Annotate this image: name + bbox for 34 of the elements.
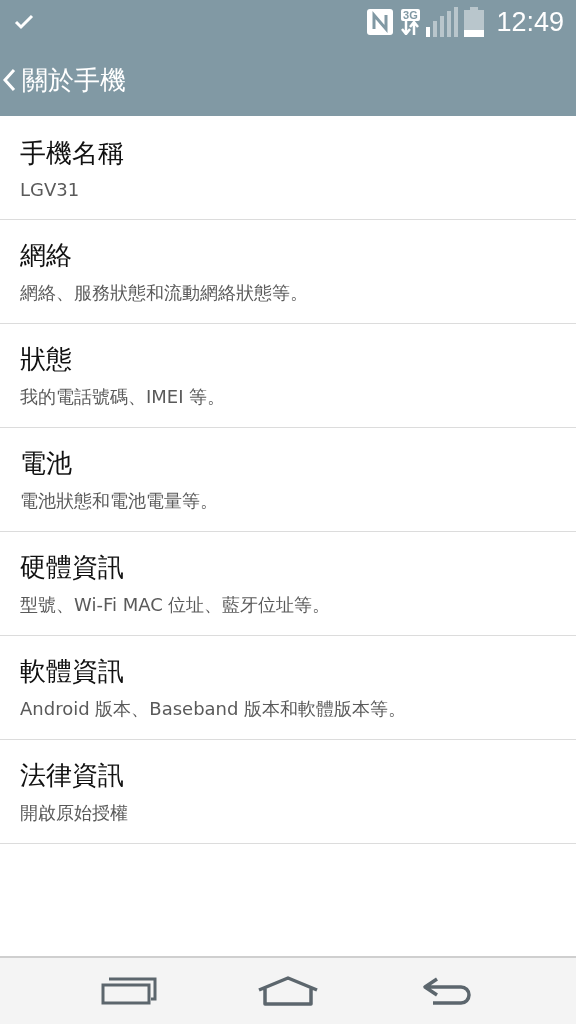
item-title: 軟體資訊	[20, 655, 125, 688]
settings-item[interactable]: 狀態 我的電話號碼、IMEI 等。	[0, 324, 576, 428]
data-arrows-icon	[400, 21, 421, 35]
home-icon	[257, 976, 319, 1006]
page-title: 關於手機	[22, 63, 126, 97]
settings-item[interactable]: 法律資訊 開啟原始授權	[0, 740, 576, 844]
home-button[interactable]	[257, 976, 319, 1006]
settings-item[interactable]: 軟體資訊 Android 版本、Baseband 版本和軟體版本等。	[0, 636, 576, 740]
nfc-icon	[366, 8, 395, 36]
item-subtitle: 型號、Wi-Fi MAC 位址、藍牙位址等。	[20, 593, 332, 617]
back-chevron-icon	[2, 68, 16, 92]
settings-item[interactable]: 手機名稱 LGV31	[0, 116, 576, 220]
settings-item[interactable]: 硬體資訊 型號、Wi-Fi MAC 位址、藍牙位址等。	[0, 532, 576, 636]
item-subtitle: 開啟原始授權	[20, 801, 129, 825]
clock-time: 12:49	[496, 6, 564, 38]
item-title: 硬體資訊	[20, 551, 125, 584]
item-title: 狀態	[20, 343, 73, 376]
check-icon	[14, 14, 34, 30]
item-subtitle: 我的電話號碼、IMEI 等。	[20, 385, 227, 409]
item-title: 法律資訊	[20, 759, 125, 792]
settings-item[interactable]: 電池 電池狀態和電池電量等。	[0, 428, 576, 532]
item-title: 手機名稱	[20, 136, 125, 170]
recent-apps-icon	[101, 977, 157, 1005]
item-title: 電池	[20, 447, 73, 480]
settings-item[interactable]: 網絡 網絡、服務狀態和流動網絡狀態等。	[0, 220, 576, 324]
network-type: 3G	[401, 9, 420, 21]
battery-icon	[464, 7, 485, 37]
signal-icon	[426, 7, 459, 37]
item-subtitle: LGV31	[20, 178, 81, 200]
item-subtitle: 網絡、服務狀態和流動網絡狀態等。	[20, 281, 309, 305]
recent-apps-button[interactable]	[101, 977, 157, 1005]
item-subtitle: Android 版本、Baseband 版本和軟體版本等。	[20, 697, 408, 721]
item-subtitle: 電池狀態和電池電量等。	[20, 489, 219, 513]
item-title: 網絡	[20, 239, 73, 272]
